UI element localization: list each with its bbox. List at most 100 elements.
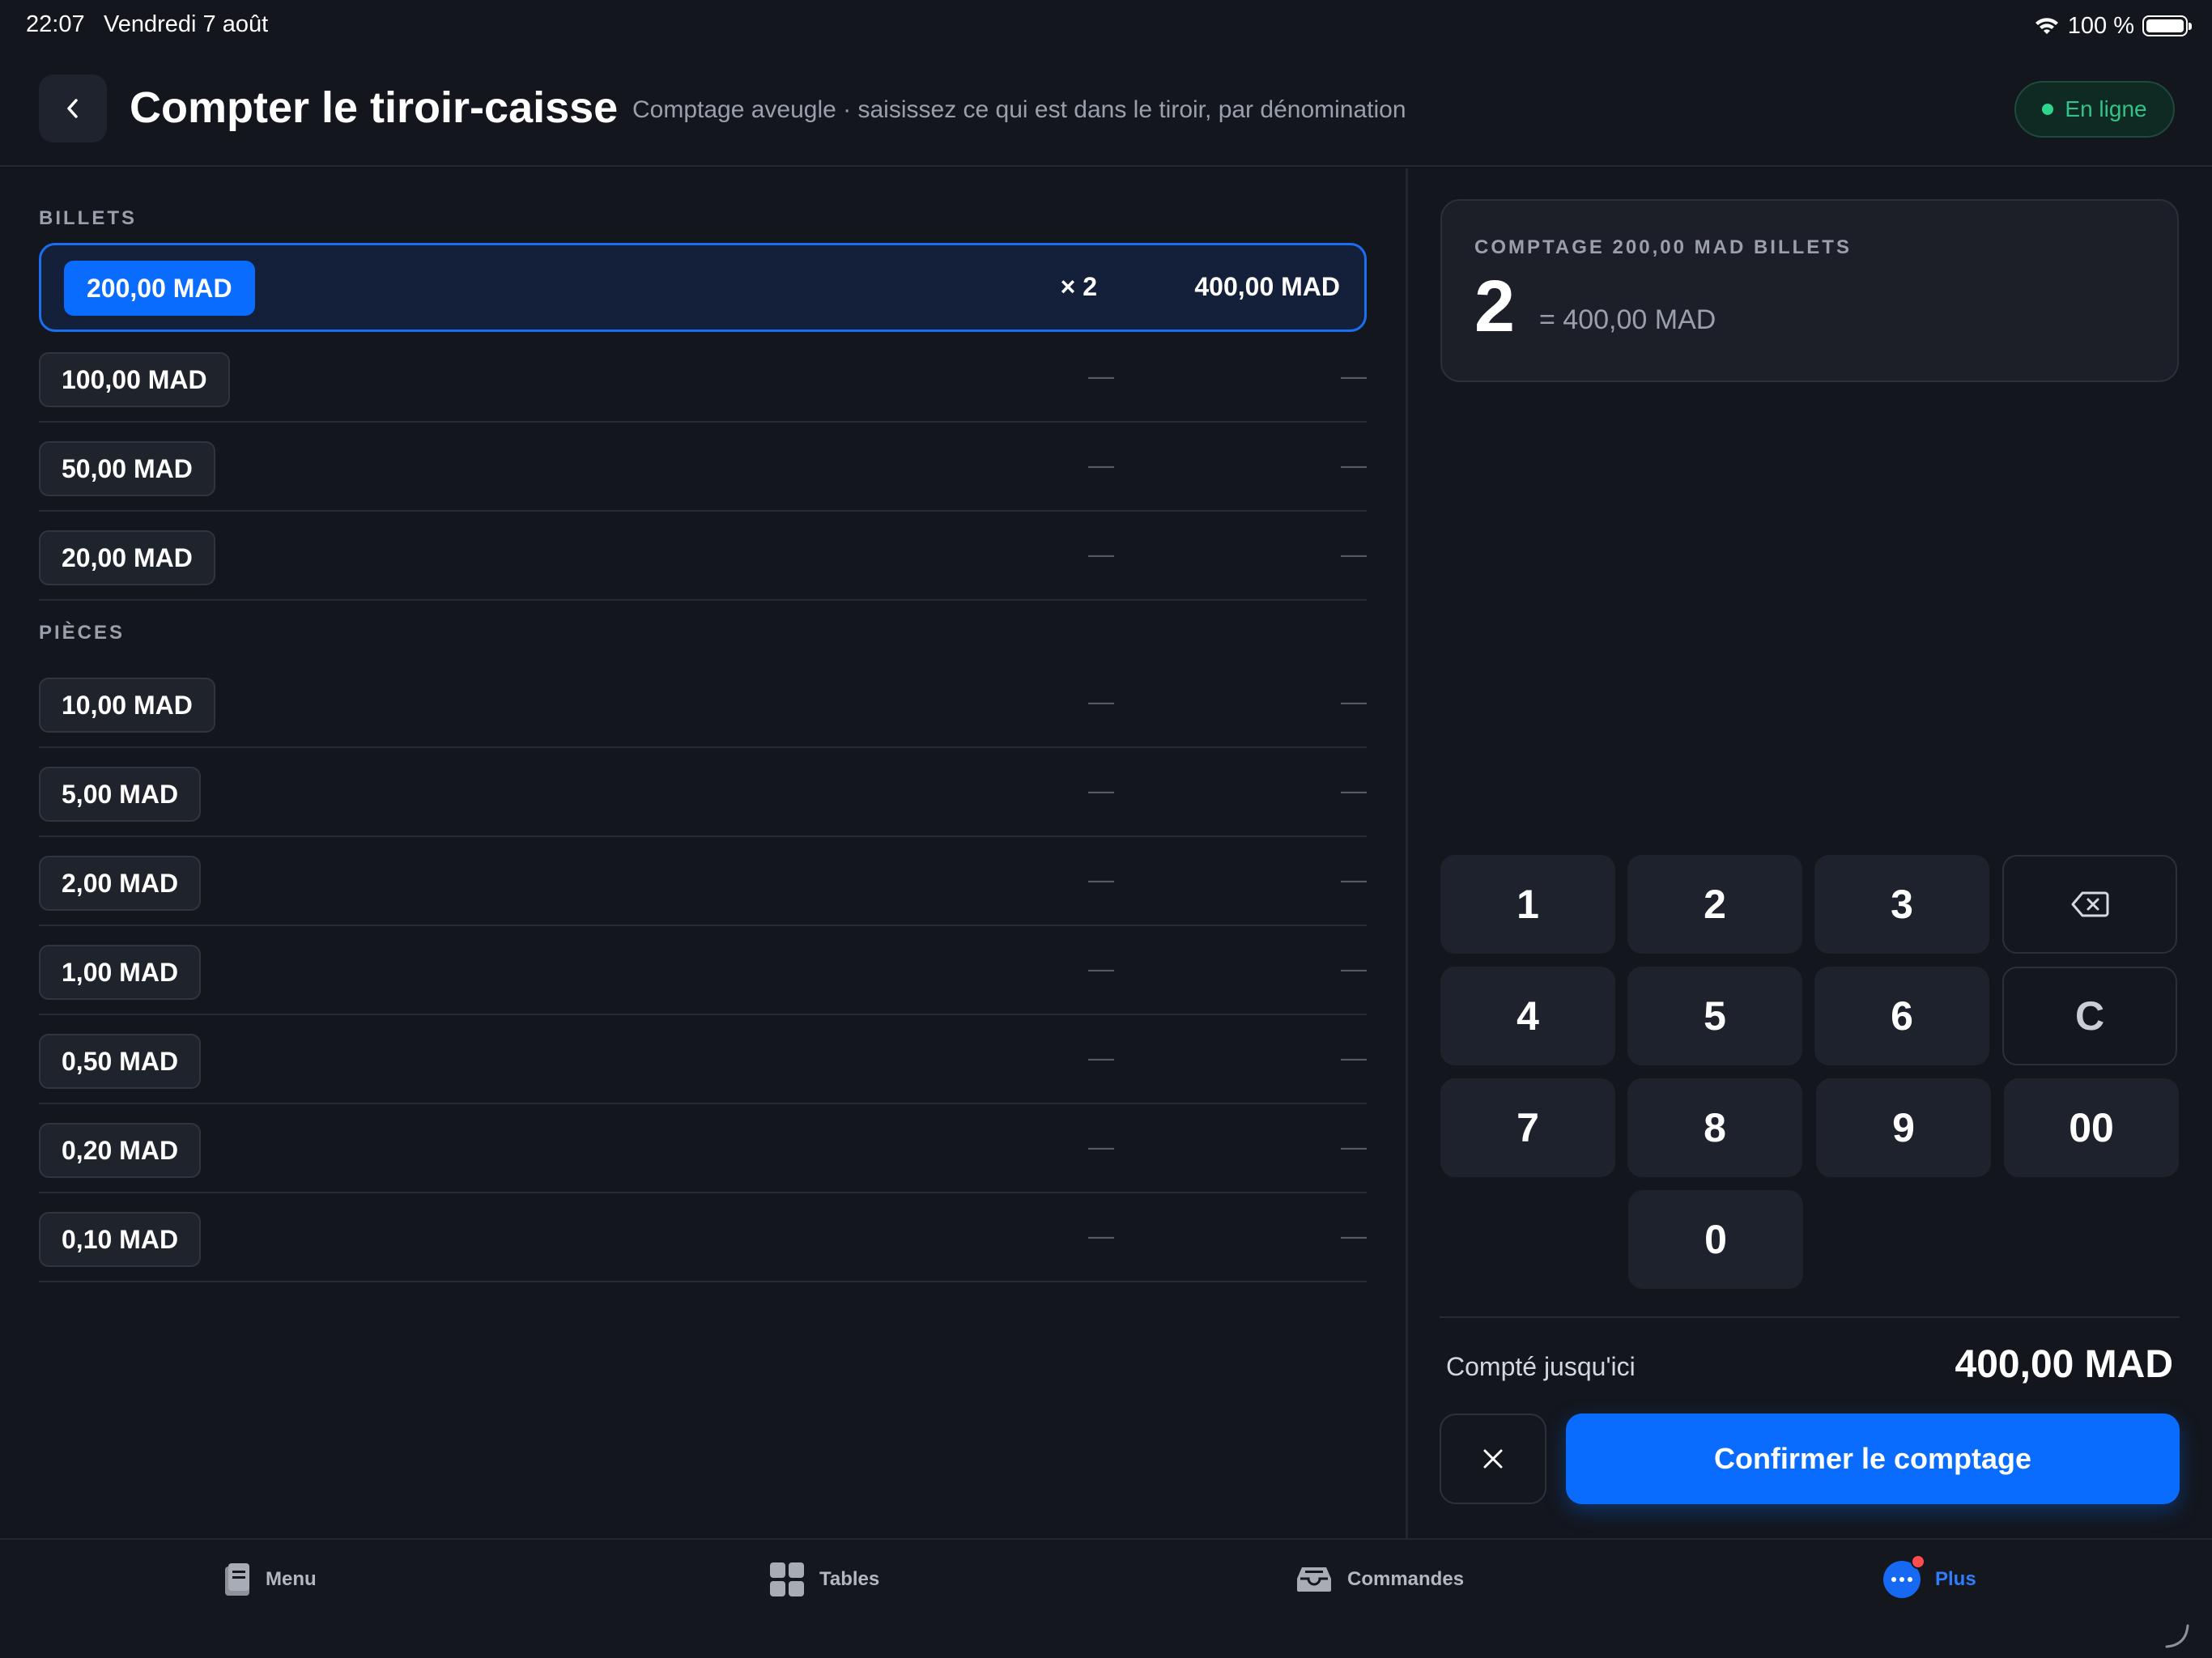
denomination-row-0-20[interactable]: 0,20 MAD — —: [39, 1104, 1367, 1193]
denomination-qty: —: [1088, 1132, 1114, 1161]
backspace-icon: [2071, 891, 2109, 917]
denomination-row-50[interactable]: 50,00 MAD — —: [39, 423, 1367, 512]
close-icon: [1483, 1449, 1503, 1469]
denomination-qty: —: [1088, 954, 1114, 983]
denomination-list: BILLETS 200,00 MAD × 2 400,00 MAD 100,00…: [0, 168, 1406, 1538]
tab-menu-label: Menu: [266, 1568, 317, 1590]
panel-divider: [1406, 168, 1408, 1538]
battery-icon: [2142, 15, 2192, 36]
denomination-amount: —: [1341, 776, 1367, 805]
denomination-chip: 0,20 MAD: [39, 1123, 202, 1178]
status-time: 22:07: [26, 11, 85, 37]
tab-tables-label: Tables: [819, 1568, 880, 1590]
tab-more-label: Plus: [1935, 1568, 1976, 1590]
status-date: Vendredi 7 août: [104, 11, 269, 37]
keypad-key-0[interactable]: 0: [1628, 1190, 1803, 1289]
denomination-row-200[interactable]: 200,00 MAD × 2 400,00 MAD: [39, 243, 1367, 332]
denomination-qty: × 2: [1060, 272, 1097, 301]
section-label-bills: BILLETS: [39, 207, 137, 229]
keypad-key-8[interactable]: 8: [1627, 1078, 1802, 1177]
counted-so-far-value: 400,00 MAD: [1955, 1343, 2173, 1386]
denomination-chip: 1,00 MAD: [39, 945, 202, 1000]
denomination-row-1[interactable]: 1,00 MAD — —: [39, 926, 1367, 1015]
denomination-row-5[interactable]: 5,00 MAD — —: [39, 748, 1367, 837]
status-bar: 22:07 Vendredi 7 août 100 %: [0, 0, 2212, 52]
tab-bar: Menu Tables Commandes Plus: [0, 1538, 2212, 1658]
denomination-chip: 10,00 MAD: [39, 678, 215, 733]
denomination-chip: 200,00 MAD: [64, 261, 255, 316]
denomination-amount: —: [1341, 865, 1367, 894]
wifi-icon: [2035, 18, 2058, 34]
tab-orders[interactable]: Commandes: [1295, 1559, 1464, 1600]
online-status-badge: En ligne: [2014, 81, 2175, 138]
denomination-row-100[interactable]: 100,00 MAD — —: [39, 334, 1367, 423]
denomination-amount: —: [1341, 1221, 1367, 1250]
denomination-amount: —: [1341, 1132, 1367, 1161]
denomination-chip: 5,00 MAD: [39, 767, 202, 822]
tab-menu[interactable]: Menu: [223, 1559, 317, 1600]
denomination-qty: —: [1088, 687, 1114, 716]
denomination-chip: 50,00 MAD: [39, 441, 215, 496]
status-right: 100 %: [2034, 10, 2192, 42]
back-button[interactable]: [39, 74, 107, 142]
keypad-backspace-button[interactable]: [2002, 855, 2177, 954]
keypad-key-00[interactable]: 00: [2004, 1078, 2179, 1177]
counted-so-far-label: Compté jusqu'ici: [1446, 1352, 1636, 1381]
denomination-chip: 0,10 MAD: [39, 1212, 202, 1267]
resize-grip-icon: [2165, 1624, 2189, 1648]
denomination-row-2[interactable]: 2,00 MAD — —: [39, 837, 1367, 926]
denomination-qty: —: [1088, 1043, 1114, 1072]
battery-percent: 100 %: [2067, 12, 2134, 39]
section-label-coins: PIÈCES: [39, 622, 125, 644]
page-header: Compter le tiroir-caisse Comptage aveugl…: [0, 52, 2212, 167]
tab-tables[interactable]: Tables: [769, 1559, 879, 1600]
denomination-amount: —: [1341, 361, 1367, 390]
count-card: COMPTAGE 200,00 MAD BILLETS 2 = 400,00 M…: [1440, 199, 2179, 382]
denomination-amount: —: [1341, 450, 1367, 479]
denomination-amount: —: [1341, 954, 1367, 983]
keypad-key-7[interactable]: 7: [1440, 1078, 1615, 1177]
more-dots-icon: [1883, 1554, 1925, 1598]
keypad-key-6[interactable]: 6: [1814, 967, 1989, 1065]
notification-badge: [1911, 1554, 1925, 1569]
denomination-row-20[interactable]: 20,00 MAD — —: [39, 512, 1367, 601]
keypad-key-4[interactable]: 4: [1440, 967, 1615, 1065]
keypad-key-1[interactable]: 1: [1440, 855, 1615, 954]
page-subtitle: Comptage aveugle · saisissez ce qui est …: [632, 96, 1406, 123]
denomination-qty: —: [1088, 361, 1114, 390]
keypad-clear-button[interactable]: C: [2002, 967, 2177, 1065]
keypad-key-2[interactable]: 2: [1627, 855, 1802, 954]
denomination-chip: 0,50 MAD: [39, 1034, 202, 1089]
chevron-left-icon: [67, 99, 78, 118]
denomination-amount: —: [1341, 539, 1367, 568]
denomination-row-10[interactable]: 10,00 MAD — —: [39, 659, 1367, 748]
online-dot-icon: [2042, 104, 2054, 115]
tab-more[interactable]: Plus: [1883, 1554, 1976, 1600]
count-card-equals: = 400,00 MAD: [1539, 304, 1716, 335]
denomination-qty: —: [1088, 776, 1114, 805]
denomination-qty: —: [1088, 539, 1114, 568]
denomination-qty: —: [1088, 1221, 1114, 1250]
count-card-caption: COMPTAGE 200,00 MAD BILLETS: [1474, 236, 1852, 258]
denomination-row-0-10[interactable]: 0,10 MAD — —: [39, 1193, 1367, 1282]
denomination-chip: 100,00 MAD: [39, 352, 230, 407]
denomination-amount: —: [1341, 687, 1367, 716]
denomination-row-0-50[interactable]: 0,50 MAD — —: [39, 1015, 1367, 1104]
keypad-key-5[interactable]: 5: [1627, 967, 1802, 1065]
denomination-amount: 400,00 MAD: [1194, 272, 1340, 301]
cancel-button[interactable]: [1440, 1414, 1546, 1504]
count-card-value: 2: [1474, 266, 1516, 347]
totals-divider: [1440, 1316, 2180, 1318]
confirm-count-button[interactable]: Confirmer le comptage: [1566, 1414, 2180, 1504]
denomination-chip: 20,00 MAD: [39, 530, 215, 585]
online-status-label: En ligne: [2065, 96, 2147, 121]
denomination-qty: —: [1088, 450, 1114, 479]
denomination-qty: —: [1088, 865, 1114, 894]
menu-document-icon: [225, 1563, 249, 1596]
keypad-key-9[interactable]: 9: [1816, 1078, 1991, 1177]
inbox-tray-icon: [1297, 1567, 1331, 1592]
keypad-key-3[interactable]: 3: [1814, 855, 1989, 954]
grid-icon: [770, 1562, 804, 1596]
tab-orders-label: Commandes: [1347, 1568, 1465, 1590]
page-title: Compter le tiroir-caisse: [130, 83, 619, 132]
